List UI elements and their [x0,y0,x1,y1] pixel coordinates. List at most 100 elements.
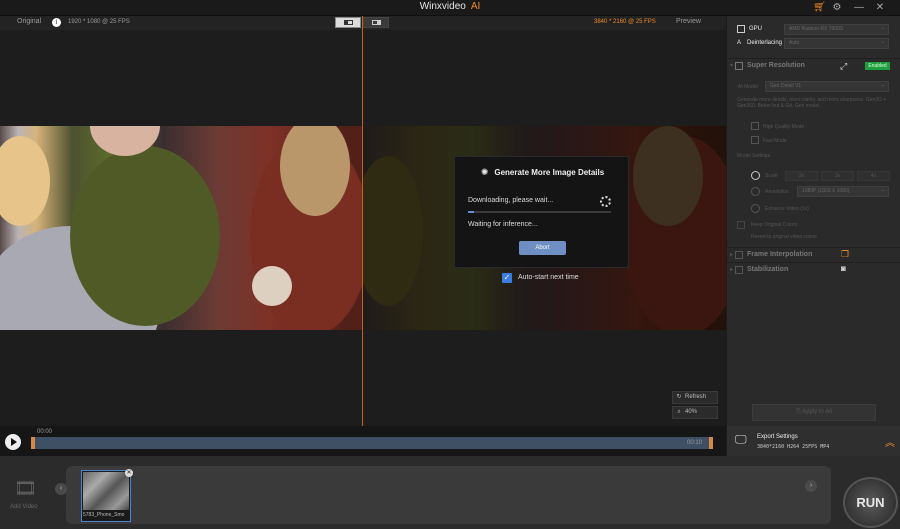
apply-to-all-label: Apply to All [802,409,832,415]
apply-to-all-button[interactable]: ⎘ Apply to All [752,404,876,421]
scale-radio[interactable] [751,171,760,180]
gpu-label: GPU [749,26,763,32]
super-resolution-checkbox[interactable] [735,62,743,70]
scroll-left-button[interactable]: ‹ [55,483,67,495]
super-resolution-title: Super Resolution [747,62,805,69]
clip-name: 5783_Phone_Smo [83,512,125,518]
run-button[interactable]: RUN [843,477,898,528]
original-frame [0,126,362,330]
scroll-right-button[interactable]: › [805,480,817,492]
ai-model-description: Generate more details, more clarity, and… [737,97,887,109]
side-by-side-icon [372,20,381,25]
dim-figure [363,156,423,306]
scale-4x[interactable]: 4x [857,171,890,181]
loading-spinner-icon [600,196,611,207]
downloading-status: Downloading, please wait... [468,197,554,204]
settings-panel: GPU AMD Radeon RX 7600S A Deinterlacing … [727,16,900,426]
frame-interpolation-title: Frame Interpolation [747,251,813,258]
enhance-label: Enhance Video (1x) [765,206,809,212]
split-divider[interactable] [362,16,363,426]
keep-colors-desc: Revert to original video colors [751,234,817,240]
gpu-select[interactable]: AMD Radeon RX 7600S [784,24,889,35]
source-info: 1920 * 1080 @ 25 FPS [68,19,130,25]
scale-label: Scale [765,173,778,179]
add-video-label[interactable]: Add Video [10,504,38,510]
collapse-arrow-icon: ▾ [730,63,734,69]
app-title: Winxvideo AI [0,1,900,12]
fast-mode-checkbox[interactable] [751,136,759,144]
model-settings-label: Model Settings [737,153,771,159]
deinterlacing-label: Deinterlacing [747,40,783,46]
zoom-label: 40% [685,409,698,415]
app-title-ai: AI [470,1,481,12]
high-quality-label: High Quality Mode [763,124,805,130]
enhance-radio[interactable] [751,204,760,213]
aperture-icon: ✺ [480,167,489,177]
trim-start-handle[interactable] [31,437,35,449]
resolution-select[interactable]: 1080P (1920 X 1080) [797,186,889,197]
keep-colors-checkbox[interactable] [737,221,745,229]
refresh-button[interactable]: ↻ Refresh [672,391,718,404]
zoom-button[interactable]: ⌕ 40% [672,406,718,419]
export-settings-details: 3840*2160 H264 25FPS MP4 [757,444,830,450]
compare-icon[interactable]: ⤢ [840,61,847,72]
dim-hair [633,126,703,226]
clip-image [83,472,129,510]
frame-interpolation-header[interactable]: ▸ Frame Interpolation ❐ [727,247,900,261]
ai-model-select[interactable]: Gen Detail V1 [765,81,889,92]
app-title-text: Winxvideo [419,1,466,12]
resolution-label: Resolution [765,189,789,195]
timeline-track[interactable] [33,437,713,449]
gpu-checkbox[interactable] [737,25,745,33]
frames-icon: ❐ [841,249,850,259]
resolution-radio[interactable] [751,187,760,196]
cart-icon[interactable]: 🛒︎ [813,2,826,14]
ai-model-label: AI Model [738,84,758,90]
frame-interpolation-checkbox[interactable] [735,251,743,259]
add-video-icon[interactable]: 🎞︎ [14,478,37,499]
timeline: 00:00 00:10 [0,426,726,456]
preview-header: Original i 1920 * 1080 @ 25 FPS 3840 * 2… [0,16,726,30]
clip-thumbnail[interactable]: 5783_Phone_Smo [81,470,131,522]
green-coat [70,146,220,326]
autostart-label: Auto-start next time [518,274,579,281]
end-time: 00:10 [687,440,703,446]
close-icon[interactable]: ✕ [874,2,886,14]
autostart-checkbox[interactable]: ✓ [502,273,512,283]
start-time: 00:00 [37,429,53,435]
expand-up-icon[interactable]: ︽ [885,434,895,449]
minimize-icon[interactable]: — [853,2,865,14]
stabilization-checkbox[interactable] [735,266,743,274]
download-progress-bar [468,211,611,213]
enabled-badge: Enabled [865,62,890,70]
gear-icon[interactable]: ⚙ [831,2,843,14]
white-cuff [252,266,292,306]
stabilization-title: Stabilization [747,266,789,273]
side-by-side-button[interactable] [363,17,389,28]
generate-details-dialog: ✺ Generate More Image Details Downloading… [454,156,629,268]
refresh-label: Refresh [685,394,707,400]
scale-3x[interactable]: 3x [821,171,854,181]
scale-2x[interactable]: 2x [785,171,818,181]
original-label: Original [17,18,42,25]
deinterlacing-select[interactable]: Auto [784,38,889,49]
super-resolution-header[interactable]: ▾ Super Resolution ⤢ Enabled [727,58,900,72]
remove-clip-icon[interactable]: ✕ [125,469,133,477]
dialog-title-text: Generate More Image Details [494,168,605,177]
play-button[interactable] [5,434,21,450]
output-info: 3840 * 2160 @ 25 FPS [594,19,656,25]
blurred-figure [0,136,50,226]
trim-end-handle[interactable] [709,437,713,449]
keep-colors-label: Keep Original Colors [751,222,798,228]
title-bar: Winxvideo AI 🛒︎ ⚙ — ✕ [0,0,900,16]
split-view-button[interactable] [335,17,361,28]
waiting-status: Waiting for inference... [468,221,538,228]
expand-arrow-icon: ▸ [730,267,734,273]
refresh-icon: ↻ [676,394,682,400]
info-icon[interactable]: i [52,18,61,27]
stabilization-header[interactable]: ▸ Stabilization ◙ [727,262,900,276]
split-view-icon [344,20,353,25]
export-settings-bar[interactable]: 🖵︎ Export Settings 3840*2160 H264 25FPS … [727,426,900,456]
high-quality-checkbox[interactable] [751,122,759,130]
abort-button[interactable]: Abort [519,241,566,255]
